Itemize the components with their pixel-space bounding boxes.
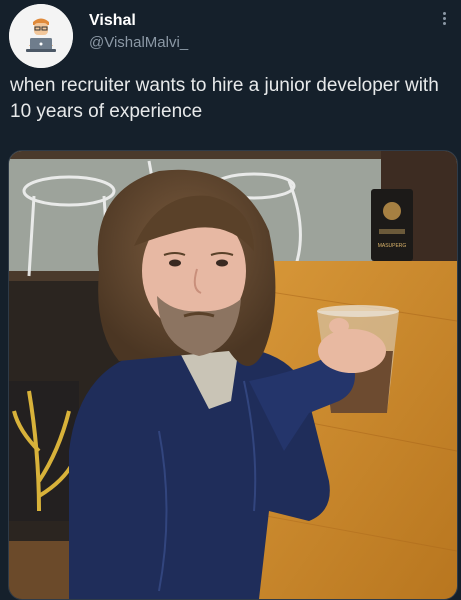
meme-photo: MASUPERG (9, 151, 457, 599)
more-options-icon[interactable] (437, 10, 451, 30)
tweet-image[interactable]: MASUPERG (8, 150, 458, 600)
author-handle[interactable]: @VishalMalvi_ (89, 34, 188, 51)
author-avatar[interactable] (9, 4, 73, 68)
author-name[interactable]: Vishal (89, 12, 136, 30)
developer-avatar-icon (9, 4, 73, 68)
menu-sign-text: MASUPERG (378, 243, 407, 249)
tweet-card: Vishal @VishalMalvi_ when recruiter want… (0, 0, 461, 600)
tweet-text: when recruiter wants to hire a junior de… (10, 75, 439, 122)
